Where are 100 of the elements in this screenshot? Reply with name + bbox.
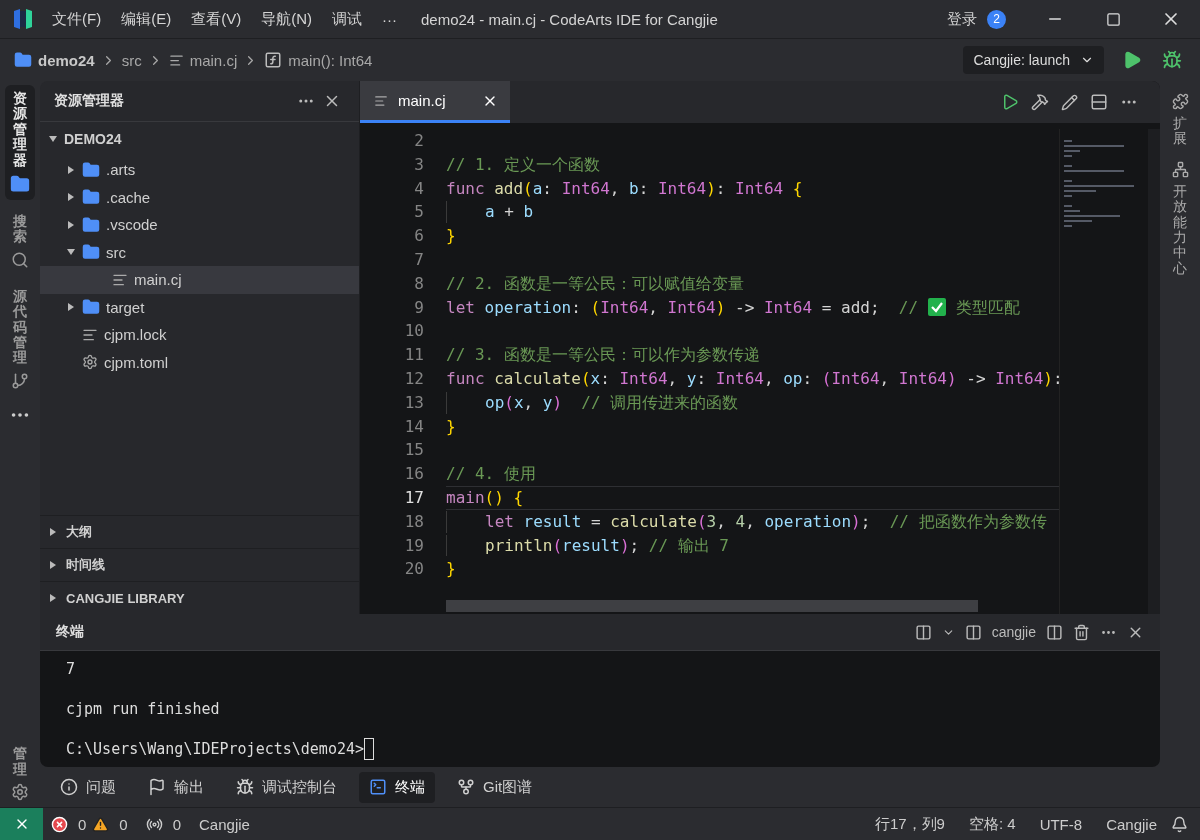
breadcrumb-item[interactable]: main.cj xyxy=(189,51,238,69)
folder-icon xyxy=(14,51,32,69)
section-header[interactable]: 时间线 xyxy=(40,548,359,581)
line-number: 3 xyxy=(414,153,424,176)
encoding-setting[interactable]: UTF-8 xyxy=(1039,815,1083,833)
error-count[interactable]: 0 xyxy=(78,815,87,833)
expanded-caret-icon[interactable] xyxy=(48,134,58,144)
file-tree-item[interactable]: target xyxy=(40,293,359,321)
language-status[interactable]: Cangjie xyxy=(199,815,250,833)
file-tree-item[interactable]: .vscode xyxy=(40,211,359,239)
menu-item[interactable]: 文件(F) xyxy=(52,9,102,29)
launch-config-dropdown[interactable]: Cangjie: launch xyxy=(963,46,1104,74)
vertical-scrollbar[interactable] xyxy=(1148,129,1160,614)
file-tree-item[interactable]: .arts xyxy=(40,156,359,184)
breadcrumb-item[interactable]: src xyxy=(121,51,142,69)
horizontal-scrollbar[interactable] xyxy=(446,600,978,612)
file-tree-item[interactable]: cjpm.toml xyxy=(40,348,359,376)
activity-bar-item[interactable]: 源代码管理 xyxy=(5,282,35,396)
login-link[interactable]: 登录 xyxy=(947,9,977,29)
warning-icon[interactable] xyxy=(92,815,110,833)
split-terminal-icon[interactable] xyxy=(914,623,932,641)
file-tree-item[interactable]: cjpm.lock xyxy=(40,321,359,349)
breadcrumb-item[interactable]: main(): Int64 xyxy=(288,51,373,69)
bell-icon[interactable] xyxy=(1171,815,1188,833)
run-icon[interactable] xyxy=(1001,93,1019,111)
collapsed-caret-icon[interactable] xyxy=(66,164,76,175)
line-number: 9 xyxy=(414,296,424,319)
panel-tab[interactable]: 终端 xyxy=(359,771,435,803)
line-number: 6 xyxy=(414,225,424,248)
cursor-position[interactable]: 行17，列9 xyxy=(874,814,945,834)
pencil-icon[interactable] xyxy=(1061,93,1078,111)
debug-icon[interactable] xyxy=(1162,50,1182,70)
menu-item[interactable]: 编辑(E) xyxy=(121,9,172,29)
line-number: 14 xyxy=(404,415,424,438)
line-number: 10 xyxy=(404,320,424,343)
file-tree-item[interactable]: main.cj xyxy=(40,266,359,294)
code-line: } xyxy=(446,225,457,248)
side-bar-item[interactable]: 扩展 xyxy=(1171,93,1189,147)
maximize-icon[interactable] xyxy=(1105,11,1121,27)
panel-tab[interactable]: Git图谱 xyxy=(447,771,543,803)
panel-title: 资源管理器 xyxy=(54,92,125,110)
activity-bar-item[interactable]: 资源管理器 xyxy=(5,85,35,200)
collapsed-caret-icon[interactable] xyxy=(48,593,58,603)
collapsed-caret-icon[interactable] xyxy=(48,527,58,537)
breadcrumb-item[interactable]: demo24 xyxy=(38,51,95,69)
manage-item[interactable]: 管理 xyxy=(5,740,35,807)
code-line: // 3. 函数是一等公民：可以作为参数传递 xyxy=(446,344,761,367)
line-number: 8 xyxy=(414,272,424,295)
terminal-line: C:\Users\Wang\IDEProjects\demo24> xyxy=(66,737,1134,761)
line-number: 5 xyxy=(414,201,424,224)
file-tree-item[interactable]: .cache xyxy=(40,183,359,211)
code-line: let operation: (Int64, Int64) -> Int64 = add; // 类型匹配 xyxy=(446,296,1022,319)
warning-count[interactable]: 0 xyxy=(119,815,128,833)
trash-icon[interactable] xyxy=(1073,623,1090,641)
collapsed-caret-icon[interactable] xyxy=(66,302,76,313)
folder-icon xyxy=(10,173,30,194)
window-title: demo24 - main.cj - CodeArts IDE for Cangjie xyxy=(421,10,719,28)
code-line: let result = calculate(3, 4, operation); // 把函数作为参数传 xyxy=(446,509,1059,534)
terminal-icon xyxy=(369,778,387,796)
line-number: 19 xyxy=(404,534,424,557)
ports-count[interactable]: 0 xyxy=(172,815,182,833)
terminal-line: 7 xyxy=(66,659,77,680)
panel-tab[interactable]: 输出 xyxy=(138,771,214,803)
collapsed-caret-icon[interactable] xyxy=(66,219,76,230)
git-icon xyxy=(11,371,29,390)
project-root-item[interactable]: DEMO24 xyxy=(40,122,359,156)
file-tree-item[interactable]: src xyxy=(40,238,359,266)
section-header[interactable]: 大纲 xyxy=(40,515,359,548)
collapsed-caret-icon[interactable] xyxy=(48,560,58,570)
checkmark-icon xyxy=(928,298,947,317)
code-line: // 2. 函数是一等公民：可以赋值给变量 xyxy=(446,272,745,295)
folder-icon xyxy=(82,188,100,207)
activity-bar-item[interactable]: 搜索 xyxy=(5,207,35,275)
panel-tab[interactable]: 问题 xyxy=(50,771,126,803)
split-icon[interactable] xyxy=(1090,93,1108,111)
menu-item[interactable]: 查看(V) xyxy=(191,9,242,29)
line-number: 17 xyxy=(404,486,424,509)
folder-icon xyxy=(82,160,100,179)
flag-icon xyxy=(148,778,166,796)
notification-badge[interactable]: 2 xyxy=(987,9,1006,29)
terminal-name[interactable]: cangjie xyxy=(991,624,1036,640)
code-line: op(x, y) // 调用传进来的函数 xyxy=(446,390,1059,415)
menu-item[interactable]: ··· xyxy=(382,10,397,28)
code-line: println(result); // 输出 7 xyxy=(446,533,1059,558)
language-mode[interactable]: Cangjie xyxy=(1106,815,1157,833)
menu-item[interactable]: 导航(N) xyxy=(261,9,312,29)
split-icon[interactable] xyxy=(1046,623,1063,641)
puzzle-icon xyxy=(1171,93,1189,110)
code-line: // 4. 使用 xyxy=(446,463,537,486)
indent-setting[interactable]: 空格: 4 xyxy=(968,814,1016,834)
collapsed-caret-icon[interactable] xyxy=(66,192,76,203)
error-icon[interactable] xyxy=(51,815,68,833)
hammer-icon[interactable] xyxy=(1031,93,1049,111)
panel-tab[interactable]: 调试控制台 xyxy=(226,771,347,803)
editor-tab[interactable]: main.cj xyxy=(360,81,510,123)
side-bar-item[interactable]: 开放能力中心 xyxy=(1171,160,1189,277)
function-icon xyxy=(264,51,283,69)
menu-item[interactable]: 调试 xyxy=(332,9,362,29)
line-number: 16 xyxy=(404,463,424,486)
run-icon[interactable] xyxy=(1122,50,1142,70)
